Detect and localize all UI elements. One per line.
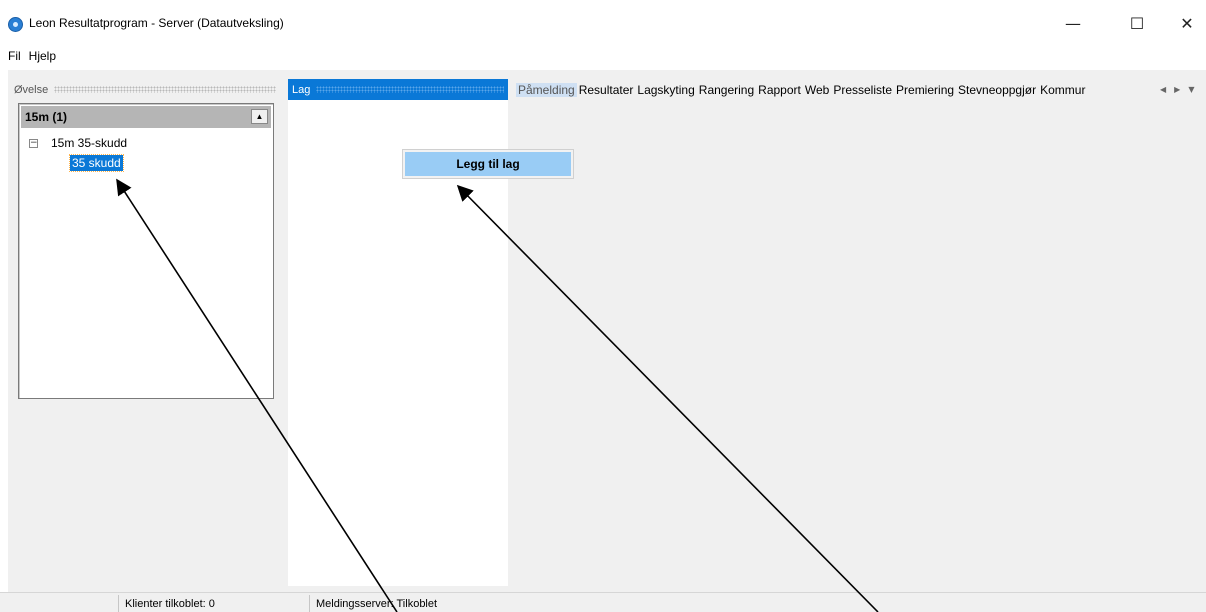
context-item-legg-til-lag[interactable]: Legg til lag: [405, 152, 571, 176]
tab-lagskyting[interactable]: Lagskyting: [635, 83, 696, 97]
minimize-button[interactable]: —: [1050, 8, 1096, 38]
ovelse-pane-header: Øvelse: [10, 79, 280, 100]
tab-stevneoppgjor[interactable]: Stevneoppgjør: [956, 83, 1038, 97]
tab-scroll-left-icon[interactable]: ◀: [1160, 85, 1166, 94]
tab-rapport[interactable]: Rapport: [756, 83, 803, 97]
tab-strip: Påmelding Resultater Lagskyting Rangerin…: [516, 79, 1206, 100]
group-title: 15m (1): [25, 110, 68, 124]
status-clients: Klienter tilkoblet: 0: [118, 595, 215, 612]
window-title: Leon Resultatprogram - Server (Datautvek…: [29, 16, 284, 30]
tree-node-35-skudd[interactable]: 35 skudd: [69, 154, 124, 172]
lag-header-label: Lag: [292, 83, 311, 96]
status-bar: Klienter tilkoblet: 0 Meldingsserver: Ti…: [0, 592, 1206, 612]
tab-menu-icon[interactable]: ▼: [1188, 85, 1194, 94]
context-menu: Legg til lag: [402, 149, 574, 179]
tree-expander-icon[interactable]: −: [29, 139, 38, 148]
lag-pane-header: Lag: [288, 79, 508, 100]
tab-premiering[interactable]: Premiering: [894, 83, 956, 97]
status-message-server: Meldingsserver: Tilkoblet: [309, 595, 437, 612]
menu-fil[interactable]: Fil: [4, 49, 25, 63]
ovelse-header-label: Øvelse: [14, 83, 49, 96]
tab-rangering[interactable]: Rangering: [697, 83, 756, 97]
close-button[interactable]: ✕: [1164, 8, 1206, 38]
collapse-icon[interactable]: ▲: [251, 109, 268, 124]
menu-hjelp[interactable]: Hjelp: [25, 49, 60, 63]
grip-dots: [54, 86, 276, 93]
tab-resultater[interactable]: Resultater: [577, 83, 636, 97]
tab-pamelding[interactable]: Påmelding: [516, 82, 577, 97]
tree-node-15m[interactable]: 15m 35-skudd: [51, 136, 127, 150]
tab-scroll-right-icon[interactable]: ▶: [1174, 85, 1180, 94]
tab-scroll: ◀ ▶ ▼: [1160, 79, 1206, 100]
app-icon: [8, 17, 23, 32]
menu-bar: Fil Hjelp: [0, 44, 1206, 68]
grip-dots: [316, 86, 504, 93]
tab-kommur[interactable]: Kommur: [1038, 83, 1087, 97]
tab-web[interactable]: Web: [803, 83, 831, 97]
title-bar: Leon Resultatprogram - Server (Datautvek…: [0, 0, 1206, 44]
tab-presseliste[interactable]: Presseliste: [831, 83, 894, 97]
maximize-button[interactable]: ☐: [1114, 8, 1160, 38]
group-header[interactable]: 15m (1) ▲: [21, 106, 271, 128]
